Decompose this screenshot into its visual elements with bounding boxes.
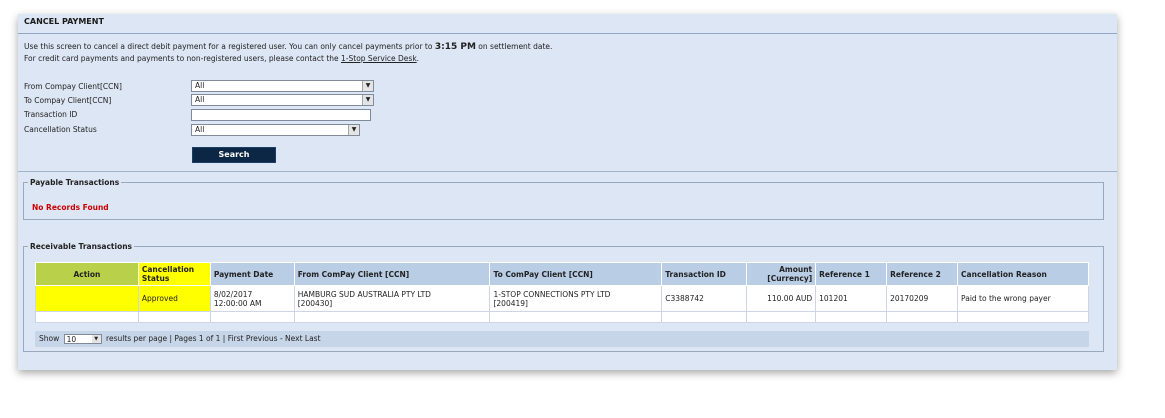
col-header-payment-date[interactable]: Payment Date bbox=[209, 262, 295, 286]
from-client-select[interactable]: All ▼ bbox=[191, 80, 374, 92]
no-records-message: No Records Found bbox=[32, 203, 109, 212]
col-header-cancellation-status[interactable]: Cancellation Status bbox=[137, 262, 211, 286]
spacer-cell bbox=[815, 311, 888, 323]
to-client-select[interactable]: All ▼ bbox=[191, 94, 374, 106]
receivable-transactions-section: Receivable Transactions Action Cancellat… bbox=[23, 242, 1104, 352]
table-header-row: Action Cancellation Status Payment Date … bbox=[35, 262, 1089, 286]
cutoff-time: 3:15 PM bbox=[434, 42, 476, 52]
search-button[interactable]: Search bbox=[192, 147, 276, 163]
intro-line-2: For credit card payments and payments to… bbox=[24, 53, 552, 64]
cell-reference-2: 20170209 bbox=[886, 285, 959, 312]
from-client-label: From Compay Client[CCN] bbox=[24, 82, 122, 91]
receivable-legend: Receivable Transactions bbox=[30, 242, 133, 251]
col-header-reference-2[interactable]: Reference 2 bbox=[886, 262, 959, 286]
chevron-down-icon[interactable]: ▼ bbox=[362, 81, 373, 91]
pager-show-label: Show bbox=[39, 334, 60, 343]
intro-text-part: on settlement date. bbox=[475, 42, 553, 51]
cell-reference-1: 101201 bbox=[815, 285, 888, 312]
section-divider bbox=[18, 171, 1117, 172]
spacer-cell bbox=[137, 311, 211, 323]
cell-amount: 110.00 AUD bbox=[746, 285, 817, 312]
spacer-cell bbox=[293, 311, 491, 323]
pager-text[interactable]: results per page | Pages 1 of 1 | First … bbox=[106, 334, 320, 343]
cancellation-status-label: Cancellation Status bbox=[24, 125, 97, 134]
cell-payment-date: 8/02/2017 12:00:00 AM bbox=[209, 285, 295, 312]
col-header-action[interactable]: Action bbox=[35, 262, 139, 286]
title-divider bbox=[18, 33, 1117, 34]
cell-status: Approved bbox=[137, 285, 211, 312]
payable-legend: Payable Transactions bbox=[30, 178, 120, 187]
cell-to-client: 1-STOP CONNECTIONS PTY LTD [200419] bbox=[489, 285, 663, 312]
col-header-transaction-id[interactable]: Transaction ID bbox=[661, 262, 748, 286]
col-header-reference-1[interactable]: Reference 1 bbox=[815, 262, 888, 286]
col-header-to-client[interactable]: To ComPay Client [CCN] bbox=[489, 262, 663, 286]
table-row[interactable]: Approved 8/02/2017 12:00:00 AM HAMBURG S… bbox=[35, 285, 1089, 312]
spacer-cell bbox=[886, 311, 959, 323]
cancellation-status-select[interactable]: All ▼ bbox=[191, 124, 360, 136]
receivable-table: Action Cancellation Status Payment Date … bbox=[35, 262, 1089, 323]
results-per-page-value: 10 bbox=[66, 335, 77, 344]
pagination-bar: Show 10 ▼ results per page | Pages 1 of 1… bbox=[35, 331, 1089, 347]
spacer-cell bbox=[661, 311, 748, 323]
cell-transaction-id: C3388742 bbox=[661, 285, 748, 312]
intro-text-part: Use this screen to cancel a direct debit… bbox=[24, 42, 435, 51]
chevron-down-icon[interactable]: ▼ bbox=[348, 125, 359, 135]
cancellation-status-value: All bbox=[195, 125, 205, 134]
to-client-label: To Compay Client[CCN] bbox=[24, 96, 112, 105]
table-spacer-row bbox=[35, 311, 1089, 323]
cell-cancellation-reason: Paid to the wrong payer bbox=[957, 285, 1089, 312]
payable-transactions-section: Payable Transactions No Records Found bbox=[23, 178, 1104, 220]
page-title: CANCEL PAYMENT bbox=[24, 17, 104, 26]
col-header-amount[interactable]: Amount [Currency] bbox=[746, 262, 817, 286]
from-client-value: All bbox=[195, 81, 205, 90]
spacer-cell bbox=[209, 311, 295, 323]
spacer-cell bbox=[746, 311, 817, 323]
intro-text-part: . bbox=[416, 54, 420, 63]
cancel-payment-panel: CANCEL PAYMENT Use this screen to cancel… bbox=[18, 14, 1117, 370]
intro-text-part: For credit card payments and payments to… bbox=[24, 54, 342, 63]
chevron-down-icon[interactable]: ▼ bbox=[91, 335, 101, 343]
cell-action[interactable] bbox=[35, 285, 139, 312]
cell-from-client: HAMBURG SUD AUSTRALIA PTY LTD [200430] bbox=[293, 285, 491, 312]
intro-line-1: Use this screen to cancel a direct debit… bbox=[24, 41, 552, 53]
col-header-from-client[interactable]: From ComPay Client [CCN] bbox=[293, 262, 491, 286]
chevron-down-icon[interactable]: ▼ bbox=[362, 95, 373, 105]
to-client-value: All bbox=[195, 95, 205, 104]
col-header-cancellation-reason[interactable]: Cancellation Reason bbox=[957, 262, 1089, 286]
spacer-cell bbox=[957, 311, 1089, 323]
intro-text: Use this screen to cancel a direct debit… bbox=[24, 41, 552, 64]
spacer-cell bbox=[489, 311, 663, 323]
transaction-id-input[interactable] bbox=[191, 109, 371, 121]
results-per-page-select[interactable]: 10 ▼ bbox=[63, 334, 102, 344]
service-desk-link[interactable]: 1-Stop Service Desk bbox=[341, 54, 417, 63]
spacer-cell bbox=[35, 311, 139, 323]
transaction-id-label: Transaction ID bbox=[24, 110, 78, 119]
